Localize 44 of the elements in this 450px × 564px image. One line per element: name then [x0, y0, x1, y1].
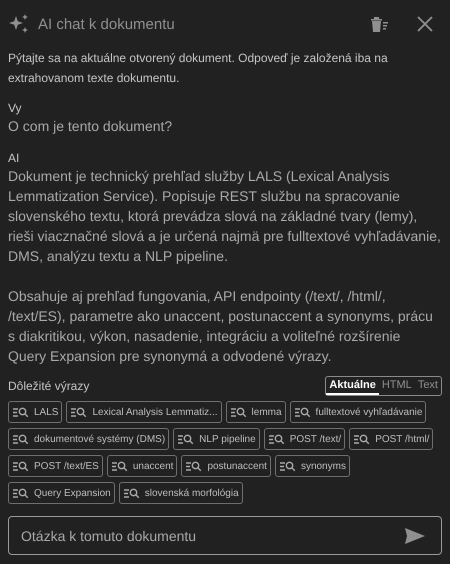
search-list-icon — [12, 434, 29, 444]
search-list-icon — [122, 488, 140, 498]
message-author: AI — [8, 150, 20, 166]
search-list-icon — [278, 460, 296, 472]
sparkles-icon — [8, 13, 30, 35]
search-list-icon — [268, 434, 285, 444]
search-list-icon — [294, 406, 311, 418]
term-chip[interactable]: LALS — [8, 401, 62, 423]
search-list-icon — [12, 488, 29, 498]
term-chip[interactable]: NLP pipeline — [173, 428, 260, 450]
term-chip[interactable]: lemma — [226, 401, 286, 423]
term-chip[interactable]: Lexical Analysis Lemmatiz... — [66, 401, 222, 423]
search-list-icon — [177, 434, 194, 444]
term-chip[interactable]: POST /text/ — [264, 428, 346, 450]
source-tab[interactable]: HTML — [378, 377, 415, 395]
question-field[interactable]: Otázka k tomuto dokumentu — [8, 516, 442, 555]
term-chip[interactable]: POST /html/ — [349, 428, 434, 450]
message-text: O com je tento dokument? — [8, 117, 174, 136]
search-list-icon — [12, 460, 29, 472]
term-chip[interactable]: synonyms — [274, 455, 350, 477]
close-icon[interactable] — [417, 16, 433, 32]
term-chip[interactable]: postunaccent — [181, 455, 271, 477]
search-list-icon — [185, 460, 202, 472]
message-author: Vy — [8, 100, 23, 116]
clear-chat-icon[interactable] — [369, 14, 389, 34]
source-tab[interactable]: Aktuálne — [326, 377, 379, 395]
term-chip[interactable]: fulltextové vyhľadávanie — [290, 401, 426, 423]
search-list-icon — [12, 406, 29, 418]
intro-text: Pýtajte sa na aktuálne otvorený dokument. Odpoveď je založená iba na extrahovanom texte dokumentu. — [8, 50, 389, 87]
search-list-icon — [70, 406, 88, 418]
message-text: Obsahuje aj prehľad fungovania, API endpointy (/text/, /html/, /text/ES), parametre ako unaccent, postunaccent a synonyms, prácu s diakritikou, výkon, nasadenie, integráciu a voliteľné rozšírenie Query Expansion pre synonymá a odvodené výrazy. — [8, 287, 434, 366]
send-icon[interactable] — [404, 527, 426, 545]
section-title: Dôležité výrazy — [8, 379, 90, 393]
panel-title: AI chat k dokumentu — [38, 16, 176, 32]
term-chip[interactable]: dokumentové systémy (DMS) — [8, 428, 170, 450]
term-chip[interactable]: POST /text/ES — [8, 455, 103, 477]
search-list-icon — [110, 460, 128, 472]
term-chip[interactable]: slovenská morfológia — [118, 482, 243, 504]
source-tab[interactable]: Text — [414, 377, 441, 395]
search-list-icon — [353, 434, 370, 444]
term-chip[interactable]: unaccent — [106, 455, 178, 477]
message-text: Dokument je technický prehľad služby LALS (Lexical Analysis Lemmatization Service). Popisuje REST službu na spracovanie slovenského textu, ktorá prevádza slová na základné tvary (lemy), rieši viacznačné slová a je určená najmä pre fulltextové vyhľadávanie, DMS, analýzu textu a NLP pipeline. — [8, 167, 442, 266]
term-chip[interactable]: Query Expansion — [8, 482, 115, 504]
search-list-icon — [230, 406, 247, 418]
